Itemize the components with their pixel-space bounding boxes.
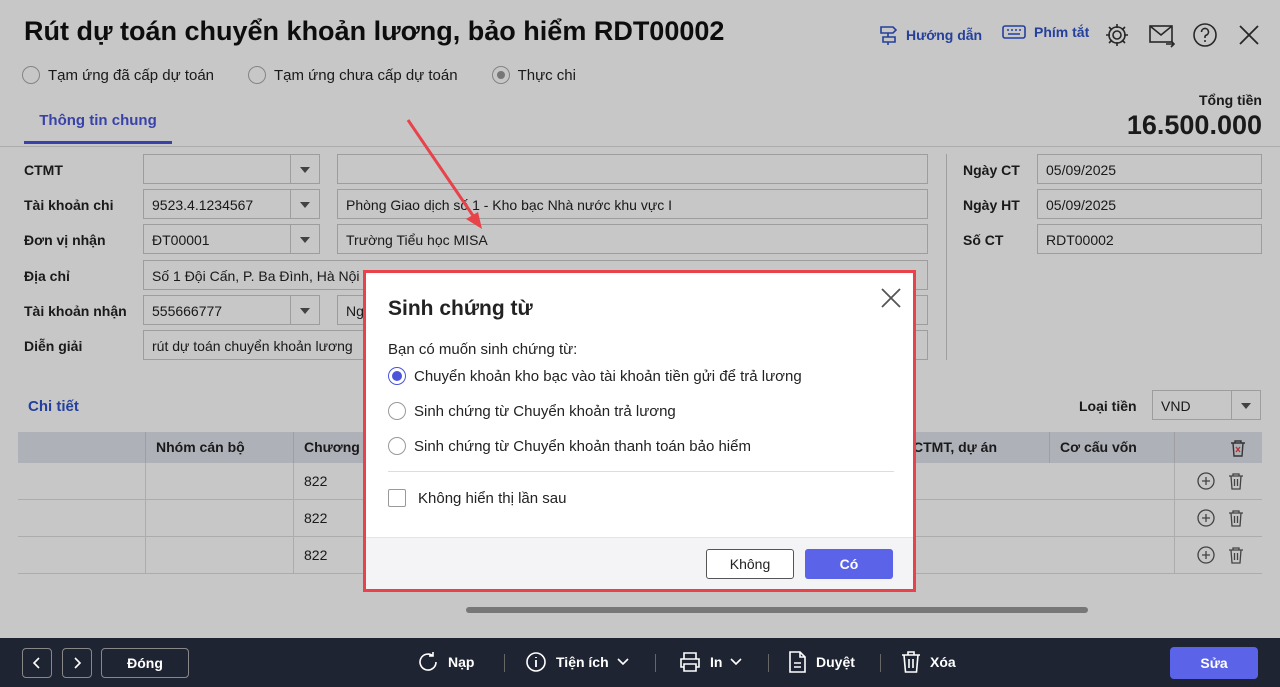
option-insurance-transfer[interactable]: Sinh chứng từ Chuyển khoản thanh toán bả… (388, 437, 751, 455)
dont-show-again-checkbox[interactable]: Không hiển thị lần sau (388, 489, 566, 507)
prev-button[interactable] (22, 648, 52, 678)
print-label: In (710, 654, 723, 670)
checkbox-label: Không hiển thị lần sau (418, 489, 567, 507)
edit-button[interactable]: Sửa (1170, 647, 1258, 679)
dialog-title: Sinh chứng từ (388, 297, 533, 320)
utility-label: Tiện ích (556, 654, 609, 670)
next-button[interactable] (62, 648, 92, 678)
option-label: Sinh chứng từ Chuyển khoản thanh toán bả… (414, 437, 751, 455)
info-circle-icon (526, 652, 546, 672)
generate-voucher-dialog: Sinh chứng từ Bạn có muốn sinh chứng từ:… (363, 270, 916, 592)
chevron-left-icon (32, 657, 40, 669)
print-button[interactable]: In (678, 650, 743, 674)
yes-button[interactable]: Có (805, 549, 893, 579)
reload-label: Nạp (448, 654, 475, 670)
approve-label: Duyệt (816, 654, 855, 670)
checkbox-box (388, 489, 406, 507)
document-icon (789, 651, 806, 673)
option-salary-transfer[interactable]: Sinh chứng từ Chuyển khoản trả lương (388, 402, 676, 420)
chevron-right-icon (74, 657, 82, 669)
dialog-question: Bạn có muốn sinh chứng từ: (388, 341, 578, 358)
approve-button[interactable]: Duyệt (786, 650, 855, 674)
dialog-close-icon[interactable] (880, 287, 902, 309)
toolbar-separator (768, 654, 769, 672)
dialog-divider (388, 471, 894, 472)
toolbar-separator (880, 654, 881, 672)
annotation-arrow-icon (406, 119, 482, 229)
radio-circle (388, 367, 406, 385)
option-label: Sinh chứng từ Chuyển khoản trả lương (414, 402, 676, 420)
radio-circle (388, 437, 406, 455)
reload-icon (419, 652, 437, 671)
printer-icon (680, 652, 700, 672)
chevron-down-icon (730, 658, 743, 666)
close-button[interactable]: Đóng (101, 648, 189, 678)
radio-circle (388, 402, 406, 420)
option-label: Chuyển khoản kho bạc vào tài khoản tiền … (414, 367, 802, 385)
voucher-page: Rút dự toán chuyển khoản lương, bảo hiểm… (0, 0, 1280, 687)
delete-label: Xóa (930, 654, 956, 670)
reload-button[interactable]: Nạp (416, 650, 474, 674)
toolbar-separator (504, 654, 505, 672)
footer-toolbar: Đóng Nạp Tiện ích In Duyệt Xóa Sửa (0, 638, 1280, 687)
toolbar-separator (655, 654, 656, 672)
trash-icon (902, 651, 920, 673)
delete-button[interactable]: Xóa (900, 650, 956, 674)
utility-button[interactable]: Tiện ích (524, 650, 629, 674)
option-treasury-transfer[interactable]: Chuyển khoản kho bạc vào tài khoản tiền … (388, 367, 802, 385)
chevron-down-icon (617, 658, 629, 666)
no-button[interactable]: Không (706, 549, 794, 579)
dialog-footer: Không Có (366, 537, 913, 589)
